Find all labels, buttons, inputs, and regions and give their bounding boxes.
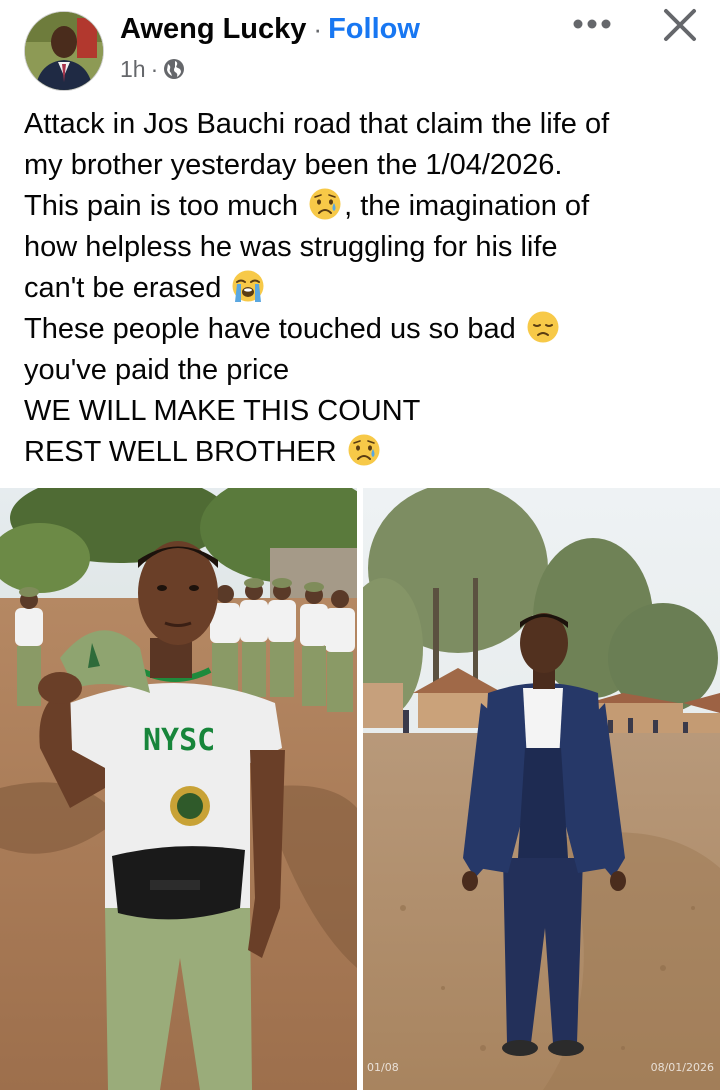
post-line-6: These people have touched us so bad [24,309,704,350]
post-line-2: my brother yesterday been the 1/04/2026. [24,149,563,181]
globe-icon [163,58,185,80]
post-text: Attack in Jos Bauchi road that claim the… [24,104,704,473]
post-line-9-text: REST WELL BROTHER [24,436,345,468]
post-line-5-text: can't be erased [24,272,230,304]
follow-button[interactable]: Follow [328,13,420,46]
nysc-shirt-text: NYSC [143,723,215,758]
post-line-3: This pain is too much , the imagination … [24,186,704,227]
post-line-3-start: This pain is too much [24,190,307,222]
post-line-9: REST WELL BROTHER [24,432,704,473]
post-line-3-end: , the imagination of [344,190,590,222]
more-icon[interactable] [566,6,618,42]
sad-but-relieved-emoji [347,433,381,467]
post-header: Aweng Lucky · Follow 1h · [0,0,720,96]
separator-dot: · [313,13,323,44]
disappointed-emoji [526,310,560,344]
post-line-6-text: These people have touched us so bad [24,313,524,345]
sad-but-relieved-emoji [308,187,342,221]
post-time[interactable]: 1h [120,56,146,83]
post-meta: 1h · [120,52,185,86]
author-name[interactable]: Aweng Lucky [120,13,306,46]
photo-stamp-right: 08/01/2026 [650,1061,714,1074]
close-icon[interactable] [655,4,705,46]
post-line-7: you've paid the price [24,354,290,386]
author-line: Aweng Lucky · Follow [120,8,420,50]
post-line-1: Attack in Jos Bauchi road that claim the… [24,108,610,140]
nysc-photo[interactable]: NYSC [0,488,357,1090]
post-line-8: WE WILL MAKE THIS COUNT [24,395,421,427]
post-line-4: how helpless he was struggling for his l… [24,231,558,263]
post-line-5: can't be erased [24,268,704,309]
meta-separator: · [150,55,159,82]
avatar[interactable] [24,11,104,91]
suit-photo[interactable]: 01/08 08/01/2026 [363,488,720,1090]
loudly-crying-emoji [231,269,265,303]
photo-stamp-left: 01/08 [367,1061,399,1074]
